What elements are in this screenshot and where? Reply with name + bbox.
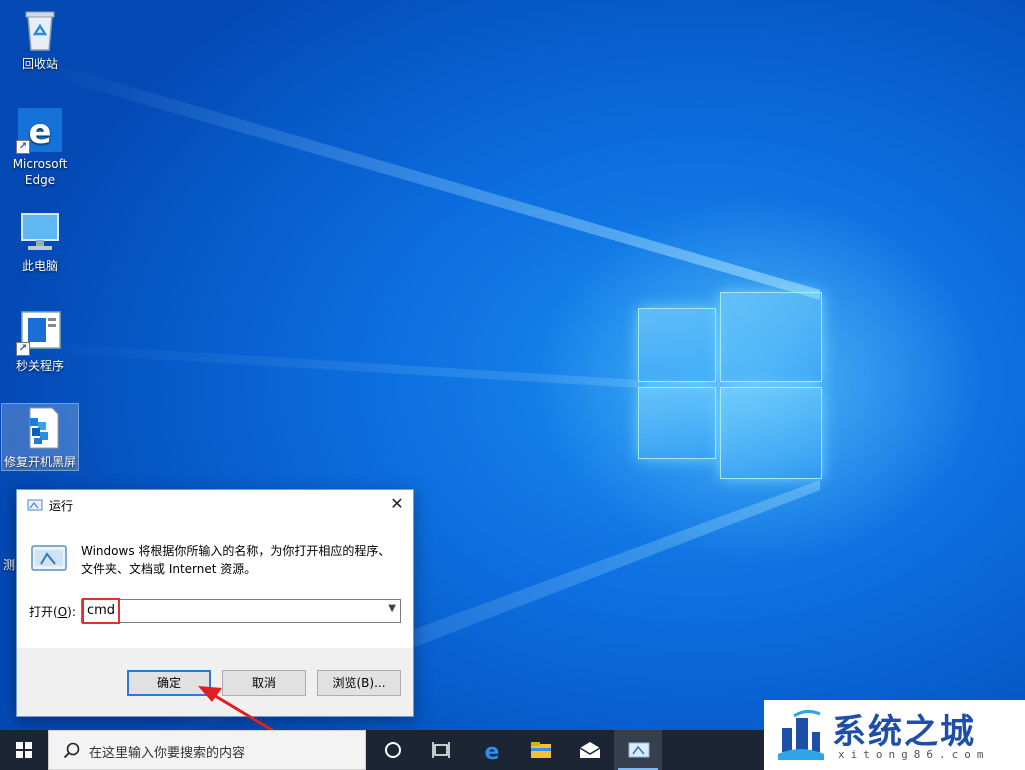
ok-button[interactable]: 确定 <box>127 670 211 696</box>
desktop-icon-repair-boot[interactable]: 修复开机黑屏 <box>1 403 79 471</box>
shortcut-arrow-icon: ↗ <box>16 140 30 154</box>
desktop-icon-label: 修复开机黑屏 <box>3 455 76 469</box>
run-description: Windows 将根据你所输入的名称，为你打开相应的程序、文件夹、文档或 Int… <box>81 544 391 576</box>
open-label: 打开(O): <box>29 605 76 619</box>
desktop-icon-close-app[interactable]: ↗ 秒关程序 <box>2 308 78 374</box>
desktop-icon-label: 回收站 <box>21 57 58 71</box>
svg-text:e: e <box>485 740 500 762</box>
run-body: Windows 将根据你所输入的名称，为你打开相应的程序、文件夹、文档或 Int… <box>17 520 413 648</box>
run-dialog-title: 运行 <box>49 499 74 513</box>
close-button[interactable]: ✕ <box>381 490 413 520</box>
run-titlebar[interactable]: 运行 ✕ <box>17 490 413 520</box>
cortana-icon <box>385 742 401 758</box>
taskbar-search[interactable]: 在这里输入你要搜索的内容 <box>48 730 366 770</box>
start-button[interactable] <box>0 730 48 770</box>
desktop-icon-label: 秒关程序 <box>15 359 64 373</box>
edge-icon: e ↗ <box>16 106 64 154</box>
windows-logo-pane-bl <box>638 387 716 459</box>
run-icon <box>628 742 650 758</box>
edge-icon: e <box>485 740 500 762</box>
run-dialog: 运行 ✕ Windows 将根据你所输入的名称，为你打开相应的程序、文件夹、文档… <box>16 489 414 717</box>
watermark-title: 系统之城 <box>832 712 976 752</box>
run-taskbar-button[interactable] <box>614 730 662 770</box>
windows-logo-pane-tr <box>720 292 822 382</box>
file-explorer-icon <box>531 742 551 758</box>
search-placeholder: 在这里输入你要搜索的内容 <box>89 746 246 761</box>
windows-logo-pane-br <box>720 387 822 479</box>
desktop-icon-edge[interactable]: e ↗ Microsoft Edge <box>2 106 78 188</box>
mail-icon <box>579 742 601 758</box>
desktop-icon-label-partial: 测 <box>3 558 16 572</box>
cancel-button[interactable]: 取消 <box>222 670 306 696</box>
app-window-icon: ↗ <box>16 308 64 356</box>
open-combobox[interactable]: cmd ▼ <box>81 598 401 624</box>
watermark: 系统之城 xitong86.com <box>764 700 1025 770</box>
run-program-icon <box>31 545 67 571</box>
watermark-logo-icon <box>778 709 824 760</box>
cortana-button[interactable] <box>369 730 417 770</box>
computer-icon <box>16 208 64 256</box>
task-view-icon <box>432 742 450 758</box>
desktop-icon-recycle-bin[interactable]: 回收站 <box>2 6 78 72</box>
open-input-value[interactable]: cmd <box>82 598 120 624</box>
desktop-icon-label: Microsoft Edge <box>12 157 68 187</box>
windows-logo-pane-tl <box>638 308 716 382</box>
repair-cube-icon <box>16 404 64 452</box>
file-explorer-button[interactable] <box>516 730 564 770</box>
start-icon <box>16 742 32 758</box>
desktop-icon-this-pc[interactable]: 此电脑 <box>2 208 78 274</box>
watermark-subtitle: xitong86.com <box>838 748 990 761</box>
edge-taskbar-button[interactable]: e <box>467 730 515 770</box>
close-icon: ✕ <box>390 494 404 513</box>
run-icon <box>27 499 43 511</box>
chevron-down-icon[interactable]: ▼ <box>388 603 396 614</box>
task-view-button[interactable] <box>417 730 465 770</box>
shortcut-arrow-icon: ↗ <box>16 342 30 356</box>
svg-text:e: e <box>28 112 51 152</box>
search-icon <box>63 742 80 759</box>
browse-button[interactable]: 浏览(B)... <box>317 670 401 696</box>
recycle-bin-icon <box>16 6 64 54</box>
desktop-icon-label: 此电脑 <box>21 259 58 273</box>
run-footer: 确定 取消 浏览(B)... <box>17 648 413 716</box>
mail-button[interactable] <box>565 730 613 770</box>
